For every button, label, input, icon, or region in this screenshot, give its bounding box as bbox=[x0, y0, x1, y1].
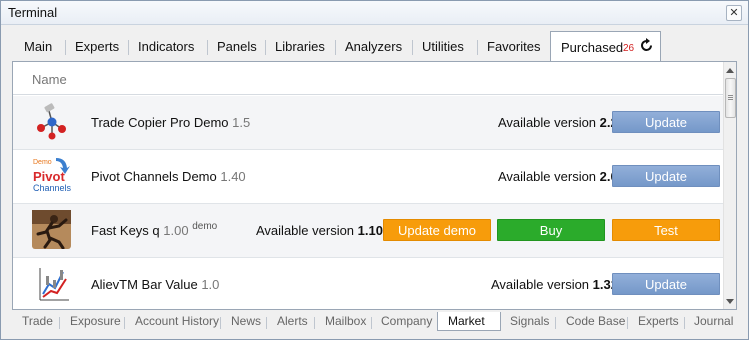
product-name: Pivot Channels Demo 1.40 bbox=[91, 169, 246, 184]
update-demo-button[interactable]: Update demo bbox=[383, 219, 491, 241]
tab-code-base[interactable]: Code Base bbox=[566, 314, 625, 328]
product-version: 1.40 bbox=[220, 169, 246, 184]
refresh-icon[interactable] bbox=[640, 38, 654, 54]
sprinter-image bbox=[32, 210, 71, 249]
tab-separator bbox=[371, 317, 372, 329]
tab-separator bbox=[59, 317, 60, 329]
tab-experts[interactable]: Experts bbox=[75, 33, 119, 60]
scroll-down-arrow-icon[interactable] bbox=[726, 299, 734, 304]
update-button[interactable]: Update bbox=[612, 111, 720, 133]
terminal-window: Terminal ✕ Main Experts Indicators Panel… bbox=[0, 0, 749, 340]
tab-alerts[interactable]: Alerts bbox=[277, 314, 308, 328]
tab-indicators[interactable]: Indicators bbox=[138, 33, 194, 60]
available-version: Available version 1.32 bbox=[491, 277, 618, 292]
purchased-count-badge: 26 bbox=[623, 43, 635, 54]
tab-separator bbox=[684, 317, 685, 329]
tab-separator bbox=[412, 40, 413, 55]
svg-text:Pivot: Pivot bbox=[33, 169, 65, 184]
list-header: Name bbox=[13, 62, 723, 95]
product-version: 1.5 bbox=[232, 115, 251, 130]
grip-line bbox=[728, 97, 733, 98]
list-item[interactable]: Fast Keys q 1.00 demo Available version … bbox=[13, 204, 723, 258]
tab-analyzers[interactable]: Analyzers bbox=[345, 33, 402, 60]
update-button[interactable]: Update bbox=[612, 273, 720, 295]
svg-text:Channels: Channels bbox=[33, 183, 71, 193]
update-button[interactable]: Update bbox=[612, 165, 720, 187]
tab-separator bbox=[220, 317, 221, 329]
tab-separator bbox=[314, 317, 315, 329]
tab-separator bbox=[124, 317, 125, 329]
product-name: AlievTM Bar Value 1.0 bbox=[91, 277, 220, 292]
close-icon[interactable]: ✕ bbox=[726, 5, 742, 21]
list-item[interactable]: Trade Copier Pro Demo 1.5 Available vers… bbox=[13, 96, 723, 150]
tab-mailbox[interactable]: Mailbox bbox=[325, 314, 366, 328]
list-item[interactable]: AlievTM Bar Value 1.0 Available version … bbox=[13, 258, 723, 309]
bottom-tab-bar: Trade Exposure Account History News Aler… bbox=[12, 312, 737, 332]
buy-button[interactable]: Buy bbox=[497, 219, 605, 241]
tab-account-history[interactable]: Account History bbox=[135, 314, 219, 328]
svg-text:Demo: Demo bbox=[33, 159, 52, 166]
tab-separator bbox=[265, 40, 266, 55]
tab-libraries[interactable]: Libraries bbox=[275, 33, 325, 60]
grip-line bbox=[728, 95, 733, 96]
tab-purchased-label: Purchased bbox=[561, 40, 624, 55]
test-button[interactable]: Test bbox=[612, 219, 720, 241]
tab-market[interactable]: Market bbox=[437, 312, 501, 331]
tab-separator bbox=[65, 40, 66, 55]
tab-purchased[interactable]: Purchased 26 bbox=[550, 31, 661, 62]
tab-separator bbox=[207, 40, 208, 55]
scroll-up-arrow-icon[interactable] bbox=[726, 68, 734, 73]
tab-market-label: Market bbox=[448, 314, 485, 328]
tab-separator bbox=[335, 40, 336, 55]
available-version: Available version 2.0 bbox=[498, 169, 618, 184]
tab-main[interactable]: Main bbox=[24, 33, 52, 60]
column-header-name[interactable]: Name bbox=[32, 72, 67, 87]
tab-news[interactable]: News bbox=[231, 314, 261, 328]
tab-separator bbox=[555, 317, 556, 329]
available-version: Available version 1.10 bbox=[256, 223, 383, 238]
product-name: Fast Keys q 1.00 demo bbox=[91, 221, 218, 238]
pivot-channels-logo: Demo Pivot Channels bbox=[33, 158, 71, 193]
tab-panels[interactable]: Panels bbox=[217, 33, 257, 60]
list-item[interactable]: Demo Pivot Channels Pivot Channels Demo … bbox=[13, 150, 723, 204]
scrollbar-thumb[interactable] bbox=[725, 78, 736, 118]
product-name: Trade Copier Pro Demo 1.5 bbox=[91, 115, 251, 130]
tab-journal[interactable]: Journal bbox=[694, 314, 733, 328]
tab-exposure[interactable]: Exposure bbox=[70, 314, 121, 328]
grip-line bbox=[728, 99, 733, 100]
available-version: Available version 2.2 bbox=[498, 115, 618, 130]
vertical-scrollbar[interactable] bbox=[723, 62, 736, 309]
demo-tag: demo bbox=[192, 221, 218, 232]
tab-separator bbox=[477, 40, 478, 55]
top-tab-bar: Main Experts Indicators Panels Libraries… bbox=[12, 31, 737, 62]
tab-separator bbox=[627, 317, 628, 329]
tab-trade[interactable]: Trade bbox=[22, 314, 53, 328]
tab-separator bbox=[266, 317, 267, 329]
tab-favorites[interactable]: Favorites bbox=[487, 33, 540, 60]
tab-signals[interactable]: Signals bbox=[510, 314, 549, 328]
window-title: Terminal bbox=[8, 5, 58, 20]
tab-utilities[interactable]: Utilities bbox=[422, 33, 464, 60]
tab-company[interactable]: Company bbox=[381, 314, 432, 328]
product-version: 1.0 bbox=[201, 277, 220, 292]
tab-experts-bottom[interactable]: Experts bbox=[638, 314, 679, 328]
product-version: 1.00 bbox=[163, 223, 189, 238]
tab-separator bbox=[128, 40, 129, 55]
bar-chart-icon bbox=[39, 268, 69, 301]
molecule-icon bbox=[37, 103, 66, 140]
purchased-list-panel: Name Trade Copier Pro Demo 1.5 Available… bbox=[12, 61, 737, 310]
title-bar: Terminal ✕ bbox=[1, 1, 748, 25]
